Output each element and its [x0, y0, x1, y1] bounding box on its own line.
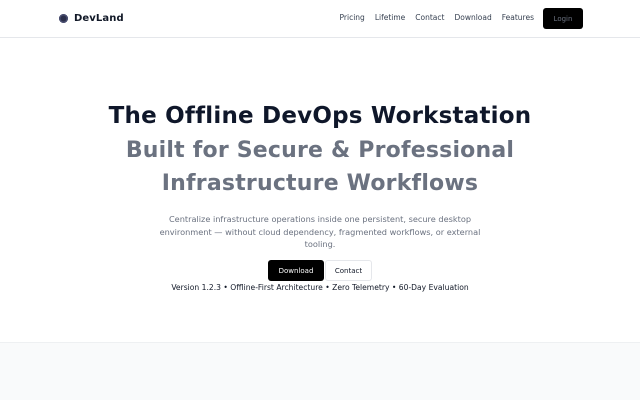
nav-links: Pricing Lifetime Contact Download Featur… [340, 13, 534, 22]
hero-subtitle: Built for Secure & Professional Infrastr… [0, 134, 640, 200]
nav-link-pricing[interactable]: Pricing [340, 13, 365, 22]
brand-logo[interactable]: DevLand [59, 11, 124, 25]
hero-section: The Offline DevOps Workstation Built for… [0, 38, 640, 342]
hero-title: The Offline DevOps Workstation [108, 103, 532, 129]
navbar: DevLand Pricing Lifetime Contact Downloa… [0, 0, 640, 38]
nav-link-contact[interactable]: Contact [415, 13, 444, 22]
nav-link-download[interactable]: Download [454, 13, 491, 22]
hero-subtitle-line-1: Built for Secure & Professional [125, 138, 515, 163]
hero-subtitle-line-2: Infrastructure Workflows [161, 171, 479, 196]
hero-description: Centralize infrastructure operations ins… [159, 214, 481, 249]
version-info: Version 1.2.3 • Offline-First Architectu… [171, 283, 469, 292]
page: DevLand Pricing Lifetime Contact Downloa… [0, 0, 640, 400]
contact-button[interactable]: Contact [325, 260, 372, 281]
login-button[interactable]: Login [543, 8, 583, 29]
features-section-band [0, 342, 640, 400]
nav-link-features[interactable]: Features [502, 13, 534, 22]
download-button[interactable]: Download [268, 260, 324, 281]
hero-actions: Download Contact [268, 260, 372, 281]
brand-name: DevLand [74, 12, 124, 24]
logo-dot-icon [59, 13, 68, 23]
nav-link-lifetime[interactable]: Lifetime [375, 13, 405, 22]
